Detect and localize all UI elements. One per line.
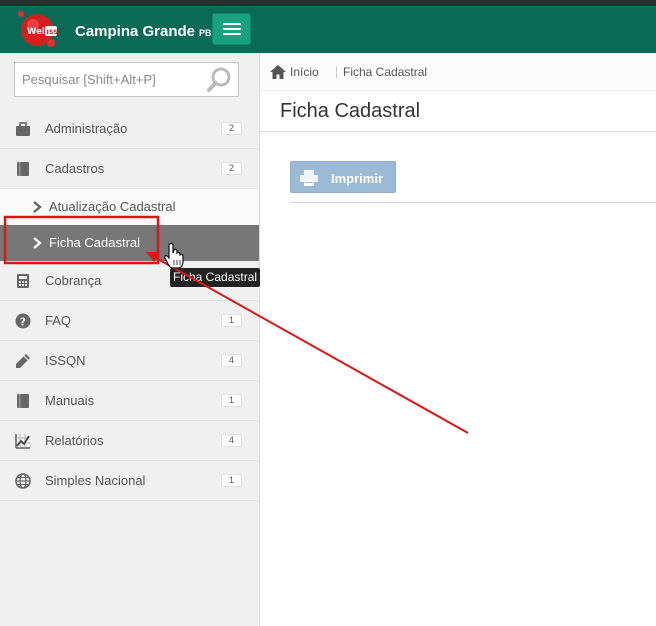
sidebar-subitem-ficha-cadastral[interactable]: Ficha Cadastral: [0, 225, 259, 261]
count-badge: 4: [221, 434, 242, 447]
question-icon: ?: [15, 313, 31, 329]
chart-icon: [15, 434, 30, 449]
hamburger-icon-bar: [223, 28, 241, 30]
title-divider: [260, 131, 656, 132]
sidebar-item-administracao[interactable]: Administração 2: [0, 109, 259, 149]
count-badge: 1: [221, 394, 242, 407]
sidebar-item-label: Cadastros: [45, 161, 105, 176]
header-brand: Campina Grande PB: [75, 23, 212, 40]
printer-icon: [300, 170, 318, 186]
svg-text:ISS: ISS: [47, 28, 59, 36]
breadcrumb-separator: [336, 66, 337, 78]
print-button[interactable]: Imprimir: [290, 161, 396, 193]
app-window: Well ISS Campina Grande PB Pesquisar [Sh…: [0, 0, 656, 626]
chevron-right-icon: [33, 201, 42, 213]
print-button-label: Imprimir: [331, 171, 384, 186]
count-badge: 1: [221, 314, 242, 327]
sidebar-nav: Administração 2 Cadastros 2 Atualização …: [0, 109, 259, 501]
calculator-icon: [17, 274, 29, 288]
svg-text:?: ?: [20, 316, 26, 329]
wellss-logo[interactable]: Well ISS: [14, 9, 60, 51]
hamburger-icon-bar: [223, 33, 241, 35]
count-badge: 4: [221, 354, 242, 367]
sidebar-item-label: Administração: [45, 121, 128, 136]
sidebar-item-label: Cobrança: [45, 273, 102, 288]
sidebar-subitem-label: Atualização Cadastral: [49, 199, 176, 214]
sidebar-item-issqn[interactable]: ISSQN 4: [0, 341, 259, 381]
sidebar-subitem-atualizacao-cadastral[interactable]: Atualização Cadastral: [0, 189, 259, 225]
sidebar-item-label: Manuais: [45, 393, 95, 408]
home-icon[interactable]: [270, 65, 286, 79]
chevron-right-icon: [33, 237, 42, 249]
sidebar-item-label: ISSQN: [45, 353, 86, 368]
header-state: PB: [199, 28, 212, 38]
page-title: Ficha Cadastral: [280, 100, 421, 122]
count-badge: 1: [221, 474, 242, 487]
sidebar-item-label: Simples Nacional: [45, 473, 146, 488]
sidebar-item-faq[interactable]: ? FAQ 1: [0, 301, 259, 341]
search-icon[interactable]: [206, 66, 234, 94]
sidebar: Administração 2 Cadastros 2 Atualização …: [0, 53, 260, 626]
tooltip: Ficha Cadastral: [170, 268, 261, 287]
sidebar-item-label: FAQ: [45, 313, 72, 328]
sidebar-item-cadastros[interactable]: Cadastros 2: [0, 149, 259, 189]
count-badge: 2: [221, 122, 242, 135]
sidebar-item-label: Relatórios: [45, 433, 104, 448]
briefcase-icon: [16, 122, 30, 136]
breadcrumb-current: Ficha Cadastral: [343, 65, 428, 79]
menu-toggle-button[interactable]: [212, 13, 251, 45]
globe-icon: [15, 473, 31, 489]
sidebar-item-manuais[interactable]: Manuais 1: [0, 381, 259, 421]
breadcrumb-home-link[interactable]: Início: [290, 65, 319, 79]
count-badge: 2: [221, 162, 242, 175]
sidebar-item-relatorios[interactable]: Relatórios 4: [0, 421, 259, 461]
search-box: [14, 62, 239, 97]
svg-text:Well: Well: [27, 27, 48, 37]
book-icon: [17, 162, 29, 176]
search-input[interactable]: [15, 63, 205, 96]
header-bar: Well ISS Campina Grande PB: [0, 6, 656, 53]
main-content: Início Ficha Cadastral Ficha Cadastral I…: [260, 53, 656, 626]
header-city: Campina Grande: [75, 23, 196, 40]
book-icon: [17, 394, 29, 408]
sidebar-subitem-label: Ficha Cadastral: [49, 235, 141, 250]
pencil-icon: [16, 354, 30, 368]
sidebar-item-simples-nacional[interactable]: Simples Nacional 1: [0, 461, 259, 501]
actions-divider: [290, 202, 656, 203]
hamburger-icon: [223, 23, 241, 25]
breadcrumb: Início Ficha Cadastral: [260, 53, 656, 91]
